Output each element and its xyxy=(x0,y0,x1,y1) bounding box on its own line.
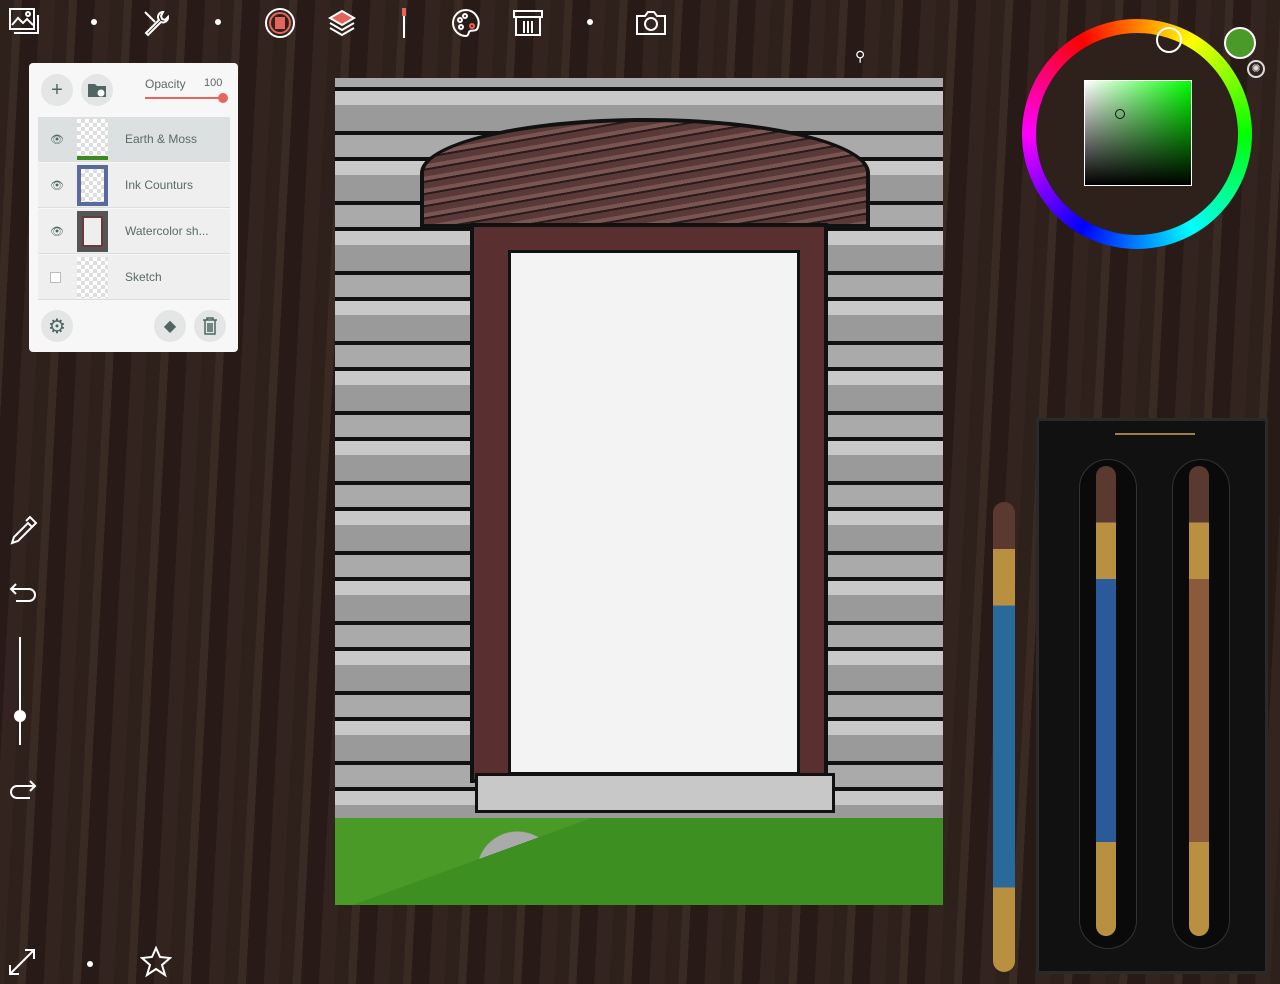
redo-button[interactable] xyxy=(8,777,38,810)
favorites-button[interactable] xyxy=(139,945,173,983)
visibility-eye-icon[interactable]: 👁 xyxy=(50,225,64,238)
current-color-swatch[interactable] xyxy=(1224,27,1256,59)
brush-button[interactable] xyxy=(387,6,421,40)
delete-layer-button[interactable] xyxy=(194,310,226,342)
eyedropper-button[interactable] xyxy=(8,515,38,554)
bottom-separator xyxy=(87,961,93,967)
toolbar-separator xyxy=(91,19,97,25)
opacity-slider[interactable] xyxy=(145,93,228,103)
reference-icon[interactable]: ⚲ xyxy=(855,48,865,65)
add-group-button[interactable] xyxy=(81,74,113,106)
folder-plus-icon xyxy=(88,84,106,97)
saturation-value-square[interactable] xyxy=(1084,80,1192,186)
layer-row[interactable]: 👁 Watercolor sh... xyxy=(38,209,230,254)
undo-button[interactable] xyxy=(8,580,38,613)
brush-library-button[interactable] xyxy=(511,6,545,40)
visibility-eye-icon[interactable]: 👁 xyxy=(50,179,64,192)
layer-thumbnail xyxy=(77,119,108,160)
hue-handle[interactable] xyxy=(1156,27,1182,53)
doorstep xyxy=(475,773,835,813)
brush-size-thumb[interactable] xyxy=(14,710,26,722)
gallery-button[interactable] xyxy=(8,6,42,40)
add-layer-button[interactable]: + xyxy=(41,74,73,106)
visibility-checkbox[interactable] xyxy=(50,272,61,283)
clear-layer-button[interactable]: ◆ xyxy=(154,310,186,342)
paintbrush-wood xyxy=(1189,466,1209,936)
paintbrush-loose xyxy=(993,502,1015,972)
fullscreen-button[interactable] xyxy=(7,947,37,982)
palette-button[interactable] xyxy=(449,6,483,40)
layer-name: Sketch xyxy=(125,270,162,284)
trash-icon xyxy=(203,317,217,335)
color-settings-icon[interactable]: ✺ xyxy=(1247,60,1265,78)
stone-arch xyxy=(420,118,870,228)
layer-settings-button[interactable]: ⚙ xyxy=(41,310,73,342)
layer-thumbnail xyxy=(77,257,108,298)
grass xyxy=(335,818,943,905)
paintbrush-blue xyxy=(1096,466,1116,936)
brush-box xyxy=(1036,418,1268,974)
drawing-canvas[interactable] xyxy=(335,78,943,905)
toolbar-separator xyxy=(215,19,221,25)
layers-panel: + Opacity 100 👁 Earth & Moss 👁 Ink Countur… xyxy=(29,63,238,352)
toolbar-separator xyxy=(587,19,593,25)
layer-name: Earth & Moss xyxy=(125,132,198,146)
layer-name: Ink Counturs xyxy=(125,178,194,192)
eraser-icon: ◆ xyxy=(163,318,177,335)
visibility-eye-icon[interactable]: 👁 xyxy=(50,133,64,146)
color-wheel[interactable] xyxy=(1022,19,1252,249)
opacity-value: 100 xyxy=(204,77,223,89)
layer-thumbnail xyxy=(77,165,108,206)
color-picker-handle[interactable] xyxy=(1115,109,1125,119)
layer-name: Watercolor sh... xyxy=(125,224,209,238)
layer-thumbnail xyxy=(77,211,108,252)
opacity-label: Opacity xyxy=(145,77,186,91)
tools-button[interactable] xyxy=(139,6,173,40)
layers-button[interactable] xyxy=(325,6,359,40)
camera-button[interactable] xyxy=(634,6,668,40)
door-opening xyxy=(508,250,800,775)
opacity-slider-thumb[interactable] xyxy=(218,93,228,103)
layer-row[interactable]: 👁 Ink Counturs xyxy=(38,163,230,208)
layer-row[interactable]: 👁 Earth & Moss xyxy=(38,117,230,162)
brush-size-slider[interactable] xyxy=(14,637,26,745)
selection-button[interactable] xyxy=(263,6,297,40)
layer-row[interactable]: Sketch xyxy=(38,255,230,300)
